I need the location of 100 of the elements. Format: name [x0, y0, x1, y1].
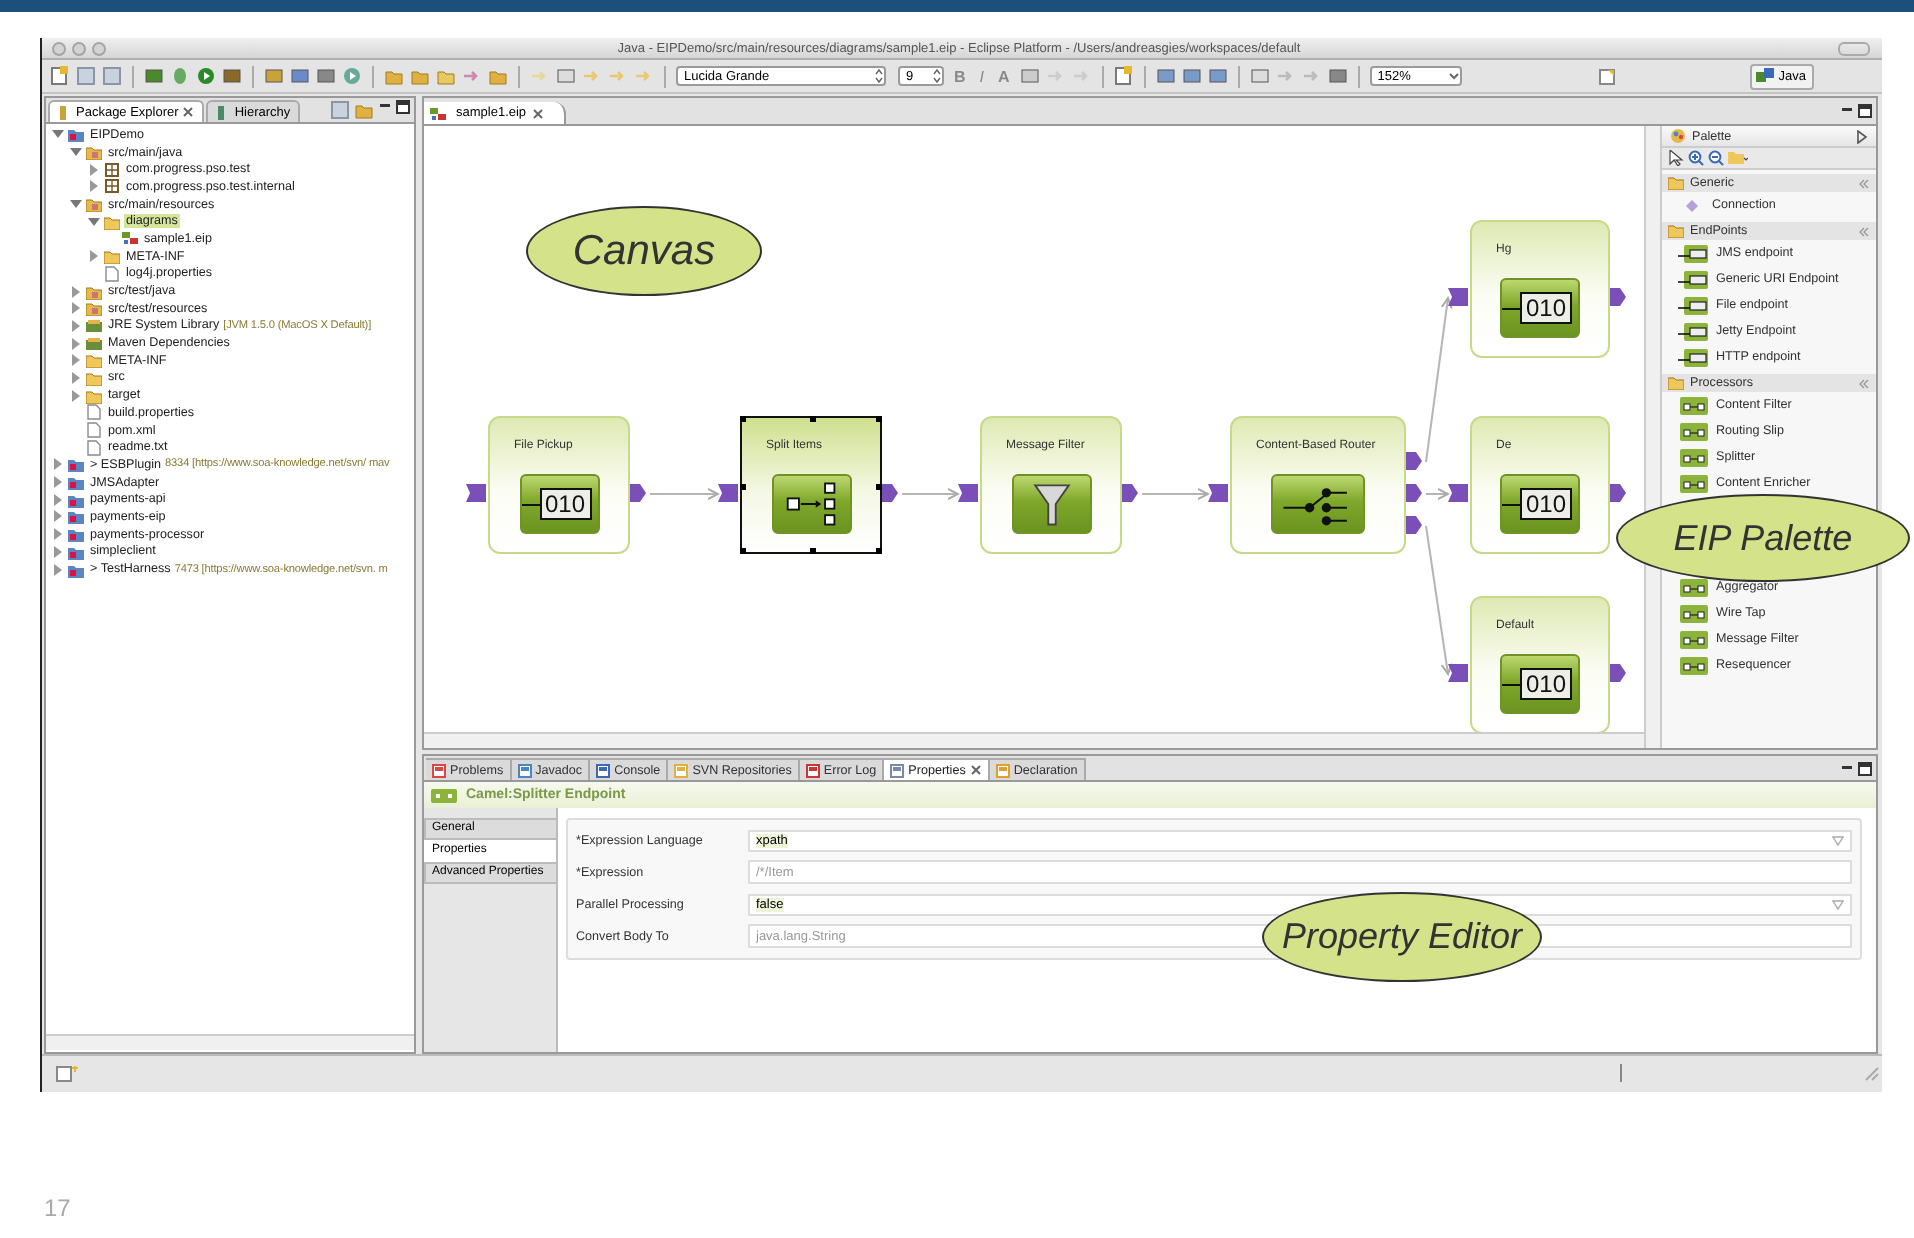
switch-icon — [1271, 474, 1365, 534]
tree-toggle-icon[interactable] — [70, 198, 82, 211]
package-icon — [58, 105, 72, 119]
tree-toggle-icon[interactable] — [70, 302, 82, 315]
tree-toggle-icon[interactable] — [52, 128, 64, 141]
processor-icon — [1678, 629, 1710, 649]
processor-icon — [1678, 655, 1710, 675]
page-number: 17 — [44, 1194, 71, 1222]
toolbar-icon[interactable] — [462, 66, 482, 86]
connector-arrow — [649, 488, 719, 500]
port-icon[interactable] — [1448, 664, 1468, 682]
collapse-icon[interactable] — [1856, 129, 1868, 143]
close-icon[interactable] — [182, 106, 195, 118]
folder-icon — [1668, 224, 1684, 238]
tree-toggle-icon[interactable] — [52, 545, 64, 558]
minimize-icon[interactable] — [1840, 761, 1854, 775]
resize-grip-icon[interactable] — [1864, 1065, 1880, 1081]
tree-toggle-icon[interactable] — [70, 285, 82, 298]
tab-icon — [517, 763, 532, 777]
port-icon[interactable] — [466, 484, 486, 502]
tree-toggle-icon[interactable] — [52, 510, 64, 523]
tree-toggle-icon[interactable] — [52, 528, 64, 541]
toolbar-icon[interactable] — [196, 66, 216, 86]
port-icon[interactable] — [1208, 484, 1228, 502]
connector-arrow — [901, 488, 959, 500]
processor-icon — [1678, 473, 1710, 493]
window-close-button[interactable] — [52, 41, 66, 55]
toolbar-icon[interactable] — [1155, 66, 1176, 86]
tab-icon — [432, 763, 446, 777]
dropdown-arrow-icon[interactable] — [932, 68, 942, 84]
tree-toggle-icon[interactable] — [70, 371, 82, 384]
funnel-icon — [1011, 474, 1091, 534]
port-icon[interactable] — [958, 484, 978, 502]
scrollbar[interactable] — [46, 1034, 414, 1050]
dropdown-arrow-icon[interactable] — [874, 68, 884, 84]
toolbar-icon[interactable] — [1249, 66, 1270, 86]
maximize-icon[interactable] — [1858, 761, 1872, 775]
zoom-in-icon[interactable] — [1688, 150, 1704, 166]
tree-toggle-icon[interactable] — [70, 319, 82, 332]
zoom-out-icon[interactable] — [1708, 150, 1724, 166]
toolbar-icon[interactable] — [1327, 66, 1348, 86]
palette-icon — [1670, 128, 1686, 144]
tree-toggle-icon[interactable] — [70, 389, 82, 402]
tree-toggle-icon[interactable] — [52, 493, 64, 506]
splitter-icon — [771, 474, 851, 534]
port-icon[interactable] — [1448, 484, 1468, 502]
window-minimize-button[interactable] — [72, 41, 86, 55]
tree-toggle-icon[interactable] — [88, 180, 100, 193]
tab-icon — [596, 763, 611, 777]
scrollbar[interactable] — [424, 732, 1644, 748]
endpoint-icon — [1678, 295, 1710, 315]
tree-toggle-icon[interactable] — [70, 337, 82, 350]
pointer-icon[interactable] — [1668, 150, 1684, 166]
tab-icon — [890, 763, 905, 777]
toolbar-icon[interactable] — [1019, 66, 1040, 86]
port-icon[interactable] — [1448, 288, 1468, 306]
tree-toggle-icon[interactable] — [88, 215, 100, 228]
toolbar-icon[interactable] — [1113, 66, 1134, 86]
tab-icon — [805, 763, 820, 777]
endpoint-icon — [1678, 269, 1710, 289]
tree-toggle-icon[interactable] — [52, 563, 64, 576]
tree-toggle-icon[interactable] — [88, 250, 100, 263]
tab-icon — [995, 763, 1010, 777]
tree-toggle-icon[interactable] — [52, 476, 64, 489]
folder-icon — [104, 213, 120, 230]
toolbar-icon[interactable] — [222, 66, 242, 86]
new-view-icon[interactable] — [56, 1065, 78, 1081]
endpoint-label: 010 — [1520, 668, 1572, 700]
diagram-icon — [122, 230, 138, 247]
endpoint-icon — [1678, 243, 1710, 263]
source-folder-icon — [86, 196, 102, 213]
endpoint-label: 010 — [1520, 488, 1572, 520]
project-icon — [68, 126, 84, 143]
toolbar-icon[interactable] — [342, 66, 362, 86]
folder-icon — [1668, 376, 1684, 390]
connector-arrow — [1425, 488, 1449, 500]
tree-toggle-icon[interactable] — [88, 163, 100, 176]
maximize-icon[interactable] — [1858, 104, 1872, 118]
connector-arrow — [1141, 488, 1209, 500]
port-icon[interactable] — [718, 484, 738, 502]
perspective-icon — [1756, 67, 1775, 85]
window-zoom-button[interactable] — [92, 41, 106, 55]
toolbar-icon[interactable] — [488, 66, 508, 86]
processor-icon — [1678, 421, 1710, 441]
close-icon[interactable] — [969, 764, 982, 776]
toolbar-icon[interactable] — [1181, 66, 1202, 86]
toolbar-icon[interactable] — [50, 66, 70, 86]
tree-toggle-icon[interactable] — [52, 458, 64, 471]
open-perspective-icon[interactable] — [1597, 67, 1616, 85]
maximize-icon[interactable] — [396, 100, 410, 114]
scrollbar[interactable] — [1644, 126, 1662, 748]
tree-toggle-icon[interactable] — [70, 146, 82, 159]
close-icon[interactable] — [532, 107, 545, 119]
processor-icon — [1678, 395, 1710, 415]
toolbar-icon[interactable] — [556, 66, 576, 86]
folder-icon — [104, 248, 120, 265]
toolbar-toggle-button[interactable] — [1838, 41, 1870, 55]
tree-toggle-icon[interactable] — [70, 354, 82, 367]
endpoint-label: 010 — [539, 488, 591, 520]
toolbar-icon[interactable] — [1207, 66, 1228, 86]
